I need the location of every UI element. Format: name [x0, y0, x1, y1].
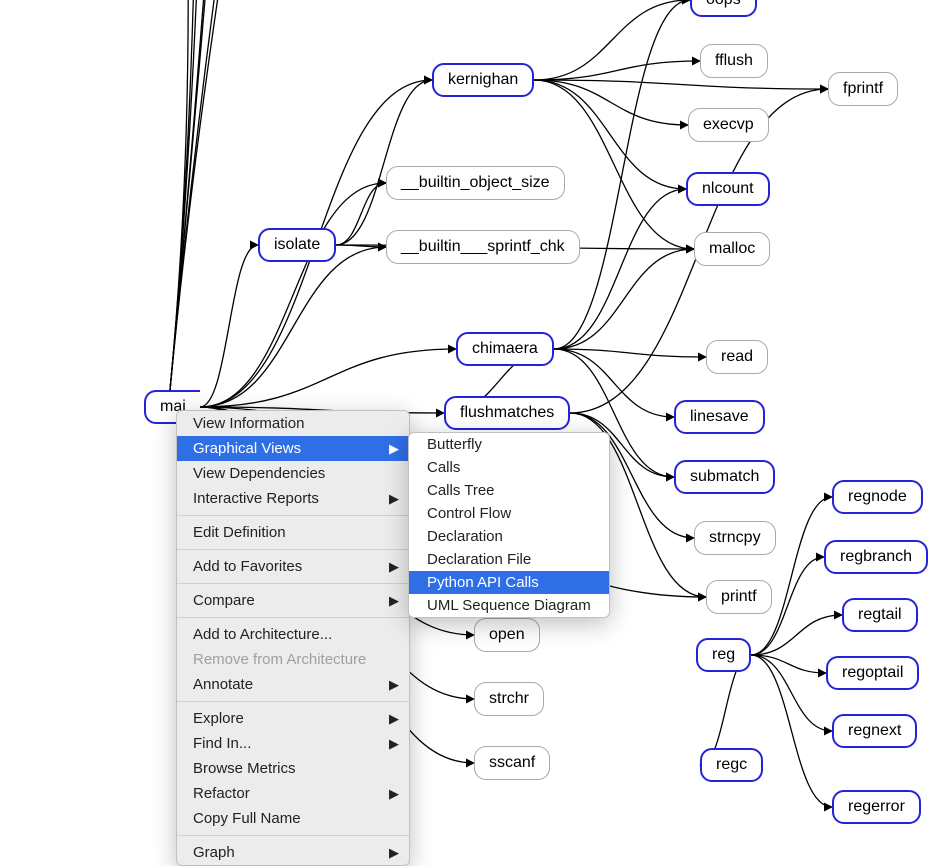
graph-node-reg[interactable]: reg — [696, 638, 751, 672]
submenu-item[interactable]: Calls — [409, 456, 609, 479]
menu-item[interactable]: Graphical Views▶ — [177, 436, 409, 461]
menu-item[interactable]: Add to Architecture... — [177, 622, 409, 647]
menu-item[interactable]: Annotate▶ — [177, 672, 409, 702]
menu-item[interactable]: Find In...▶ — [177, 731, 409, 756]
graph-node-regc[interactable]: regc — [700, 748, 763, 782]
graph-node-builtin_spr[interactable]: __builtin___sprintf_chk — [386, 230, 580, 264]
menu-item[interactable]: Interactive Reports▶ — [177, 486, 409, 516]
menu-item[interactable]: View Dependencies — [177, 461, 409, 486]
context-menu[interactable]: View InformationGraphical Views▶View Dep… — [176, 410, 410, 866]
menu-item[interactable]: Copy Full Name — [177, 806, 409, 836]
graph-node-linesave[interactable]: linesave — [674, 400, 765, 434]
menu-item[interactable]: View Information — [177, 411, 409, 436]
menu-item[interactable]: Browse Metrics — [177, 756, 409, 781]
graph-node-read[interactable]: read — [706, 340, 768, 374]
graph-node-fflush[interactable]: fflush — [700, 44, 768, 78]
graph-node-malloc[interactable]: malloc — [694, 232, 770, 266]
submenu-item[interactable]: Calls Tree — [409, 479, 609, 502]
graph-node-printf[interactable]: printf — [706, 580, 772, 614]
graph-node-isolate[interactable]: isolate — [258, 228, 336, 262]
menu-item[interactable]: Explore▶ — [177, 706, 409, 731]
submenu-item[interactable]: Declaration File — [409, 548, 609, 571]
menu-item[interactable]: Refactor▶ — [177, 781, 409, 806]
menu-item: Remove from Architecture — [177, 647, 409, 672]
graph-node-execvp[interactable]: execvp — [688, 108, 769, 142]
graph-node-nlcount[interactable]: nlcount — [686, 172, 770, 206]
graph-node-chimaera[interactable]: chimaera — [456, 332, 554, 366]
chevron-right-icon: ▶ — [389, 845, 399, 861]
graph-node-submatch[interactable]: submatch — [674, 460, 775, 494]
graph-node-oops[interactable]: oops — [690, 0, 757, 17]
chevron-right-icon: ▶ — [389, 677, 399, 693]
submenu-item[interactable]: Control Flow — [409, 502, 609, 525]
submenu-item[interactable]: Python API Calls — [409, 571, 609, 594]
graph-node-open[interactable]: open — [474, 618, 540, 652]
menu-item[interactable]: Add to Favorites▶ — [177, 554, 409, 584]
graph-node-flushmatches[interactable]: flushmatches — [444, 396, 570, 430]
menu-item[interactable]: Edit Definition — [177, 520, 409, 550]
chevron-right-icon: ▶ — [389, 711, 399, 727]
graph-node-regoptail[interactable]: regoptail — [826, 656, 919, 690]
graph-node-strncpy[interactable]: strncpy — [694, 521, 776, 555]
chevron-right-icon: ▶ — [389, 786, 399, 802]
graph-node-regnext[interactable]: regnext — [832, 714, 917, 748]
chevron-right-icon: ▶ — [389, 593, 399, 609]
submenu-item[interactable]: Declaration — [409, 525, 609, 548]
graph-node-kernighan[interactable]: kernighan — [432, 63, 534, 97]
graph-node-regerror[interactable]: regerror — [832, 790, 921, 824]
chevron-right-icon: ▶ — [389, 559, 399, 575]
graph-node-sscanf[interactable]: sscanf — [474, 746, 550, 780]
graph-node-regbranch[interactable]: regbranch — [824, 540, 928, 574]
submenu-item[interactable]: Butterfly — [409, 433, 609, 456]
graph-node-regtail[interactable]: regtail — [842, 598, 918, 632]
graph-node-fprintf[interactable]: fprintf — [828, 72, 898, 106]
graph-node-builtin_obj[interactable]: __builtin_object_size — [386, 166, 565, 200]
chevron-right-icon: ▶ — [389, 441, 399, 457]
chevron-right-icon: ▶ — [389, 491, 399, 507]
graph-node-regnode[interactable]: regnode — [832, 480, 923, 514]
submenu-item[interactable]: UML Sequence Diagram — [409, 594, 609, 617]
chevron-right-icon: ▶ — [389, 736, 399, 752]
graphical-views-submenu[interactable]: ButterflyCallsCalls TreeControl FlowDecl… — [408, 432, 610, 618]
menu-item[interactable]: Compare▶ — [177, 588, 409, 618]
graph-node-strchr[interactable]: strchr — [474, 682, 544, 716]
